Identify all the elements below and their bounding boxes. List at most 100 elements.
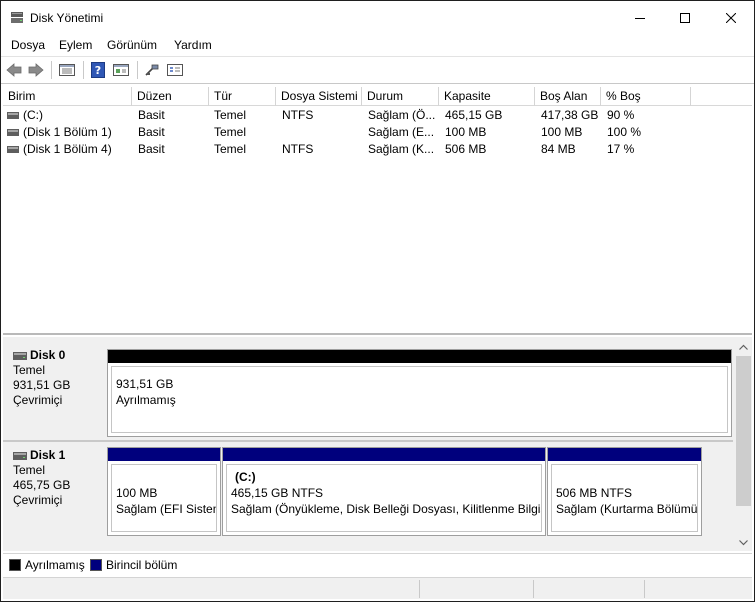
disk-icon: [13, 451, 27, 460]
partition-color-bar: [223, 448, 545, 461]
cell-durum: Sağlam (K...: [368, 142, 435, 156]
partition-status: Sağlam (Kurtarma Bölümü: [556, 502, 698, 516]
maximize-button[interactable]: [662, 1, 708, 35]
cell-bos-alan: 100 MB: [541, 125, 583, 139]
disk-row-separator: [3, 440, 733, 442]
column-header-durum[interactable]: Durum: [362, 87, 439, 106]
console-tree-button[interactable]: [58, 61, 76, 79]
console-tree-icon: [59, 64, 75, 76]
column-header-kapasite[interactable]: Kapasite: [439, 87, 535, 106]
menu-yardim[interactable]: Yardım: [174, 38, 212, 52]
connect-button[interactable]: [143, 61, 161, 79]
cell-birim: (C:): [23, 108, 43, 122]
legend-label: Birincil bölüm: [106, 558, 178, 572]
menu-dosya[interactable]: Dosya: [11, 38, 45, 52]
disk-1-partition-c[interactable]: (C:) 465,15 GB NTFS Sağlam (Önyükleme, D…: [222, 447, 546, 536]
volume-list-header: Birim Düzen Tür Dosya Sistemi Durum Kapa…: [3, 87, 752, 106]
disk-1-area: 100 MB Sağlam (EFI Sistem (C:) 465,15 GB…: [105, 445, 705, 539]
column-header-bos-alan[interactable]: Boş Alan: [535, 87, 601, 106]
properties-icon: [113, 64, 129, 76]
disk-0-type: Temel: [13, 363, 46, 377]
cell-yuzde-bos: 100 %: [607, 125, 642, 139]
partition-status: Sağlam (Önyükleme, Disk Belleği Dosyası,…: [231, 502, 542, 516]
cell-duzen: Basit: [138, 125, 165, 139]
disk-icon: [13, 351, 27, 360]
partition-size: 931,51 GB: [116, 377, 174, 391]
maximize-icon: [680, 13, 690, 23]
partition-body: 506 MB NTFS Sağlam (Kurtarma Bölümü: [551, 464, 698, 532]
disk-management-window: Disk Yönetimi Dosya Eylem Görünüm Yardım: [0, 0, 755, 602]
back-icon: [6, 63, 22, 77]
cell-bos-alan: 84 MB: [541, 142, 576, 156]
scrollbar-thumb[interactable]: [736, 356, 751, 506]
help-icon: ?: [91, 62, 105, 78]
table-row[interactable]: (Disk 1 Bölüm 4) Basit Temel NTFS Sağlam…: [3, 141, 752, 158]
legend-swatch: [9, 559, 21, 571]
settings-icon: [167, 64, 183, 76]
disk-1-partition-recovery[interactable]: 506 MB NTFS Sağlam (Kurtarma Bölümü: [547, 447, 702, 536]
column-header-duzen[interactable]: Düzen: [132, 87, 209, 106]
volume-icon: [7, 146, 19, 153]
column-header-birim[interactable]: Birim: [3, 87, 132, 106]
partition-color-bar: [108, 350, 731, 363]
forward-button[interactable]: [27, 61, 45, 79]
window-title: Disk Yönetimi: [30, 11, 104, 25]
partition-label: (C:): [235, 470, 256, 484]
table-row[interactable]: (Disk 1 Bölüm 1) Basit Temel Sağlam (E..…: [3, 124, 752, 141]
disk-1-label[interactable]: Disk 1 Temel 465,75 GB Çevrimiçi: [5, 443, 105, 543]
cell-tur: Temel: [214, 125, 247, 139]
legend-item-unallocated: Ayrılmamış: [9, 558, 85, 572]
table-row[interactable]: (C:) Basit Temel NTFS Sağlam (Ö... 465,1…: [3, 107, 752, 124]
graphical-disk-view: Disk 0 Temel 931,51 GB Çevrimiçi 931,51 …: [3, 337, 752, 551]
menu-eylem[interactable]: Eylem: [59, 38, 92, 52]
column-header-yuzde-bos[interactable]: % Boş: [601, 87, 691, 106]
legend-label: Ayrılmamış: [25, 558, 85, 572]
volume-icon: [7, 112, 19, 119]
minimize-icon: [635, 18, 645, 19]
svg-text:?: ?: [95, 64, 101, 77]
legend-swatch: [90, 559, 102, 571]
partition-size: 100 MB: [116, 486, 158, 500]
close-button[interactable]: [708, 1, 754, 35]
disk-1-partition-efi[interactable]: 100 MB Sağlam (EFI Sistem: [107, 447, 221, 536]
volume-icon: [7, 129, 19, 136]
help-button[interactable]: ?: [89, 61, 107, 79]
cell-duzen: Basit: [138, 108, 165, 122]
properties-button[interactable]: [112, 61, 130, 79]
partition-body: (C:) 465,15 GB NTFS Sağlam (Önyükleme, D…: [226, 464, 542, 532]
partition-body: 100 MB Sağlam (EFI Sistem: [111, 464, 217, 532]
cell-dosya-sistemi: [282, 124, 360, 141]
cell-tur: Temel: [214, 142, 247, 156]
column-header-dosya-sistemi[interactable]: Dosya Sistemi: [276, 87, 362, 106]
cell-durum: Sağlam (Ö...: [368, 108, 436, 122]
partition-status: Sağlam (EFI Sistem: [116, 502, 217, 516]
disk-0-partition-unallocated[interactable]: 931,51 GB Ayrılmamış: [107, 349, 732, 437]
cell-bos-alan: 417,38 GB: [541, 108, 599, 122]
scroll-down-icon[interactable]: [739, 540, 748, 546]
partition-color-bar: [108, 448, 220, 461]
cell-durum: Sağlam (E...: [368, 125, 435, 139]
column-header-tur[interactable]: Tür: [209, 87, 276, 106]
minimize-button[interactable]: [617, 1, 663, 35]
disk-0-label[interactable]: Disk 0 Temel 931,51 GB Çevrimiçi: [5, 343, 105, 439]
disk-0-size: 931,51 GB: [13, 378, 71, 392]
partition-status: Ayrılmamış: [116, 393, 176, 407]
volume-list: Birim Düzen Tür Dosya Sistemi Durum Kapa…: [3, 87, 752, 335]
status-separator: [644, 580, 645, 598]
back-button[interactable]: [5, 61, 23, 79]
graphical-view-scrollbar[interactable]: [735, 339, 752, 551]
settings-button[interactable]: [166, 61, 184, 79]
disk-1-name: Disk 1: [30, 448, 66, 462]
partition-size: 506 MB NTFS: [556, 486, 633, 500]
title-bar: Disk Yönetimi: [1, 1, 754, 35]
legend-bar: Ayrılmamış Birincil bölüm: [3, 553, 752, 575]
disk-0-name-row: Disk 0: [13, 348, 105, 363]
scroll-up-icon[interactable]: [739, 344, 748, 350]
status-separator: [533, 580, 534, 598]
menu-gorunum[interactable]: Görünüm: [107, 38, 157, 52]
menu-bar: Dosya Eylem Görünüm Yardım: [1, 35, 754, 57]
connect-icon: [145, 64, 159, 76]
cell-birim: (Disk 1 Bölüm 1): [23, 125, 112, 139]
cell-duzen: Basit: [138, 142, 165, 156]
forward-icon: [28, 63, 44, 77]
